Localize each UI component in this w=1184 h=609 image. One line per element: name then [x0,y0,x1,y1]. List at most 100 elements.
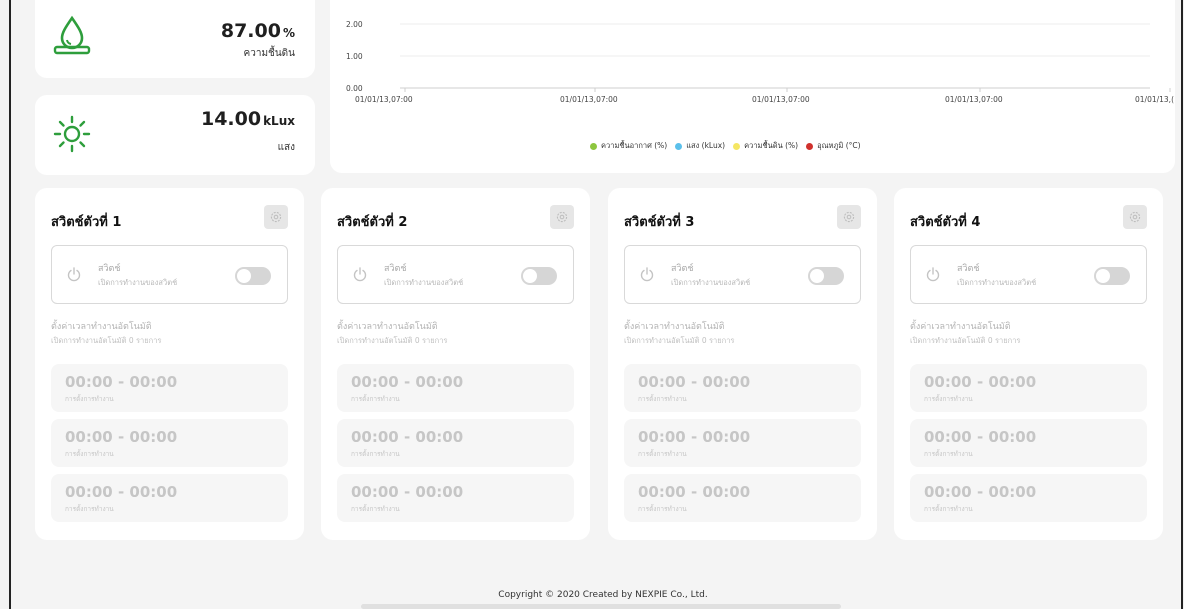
light-value: 14.00 kLux [200,108,295,130]
switch-card: สวิตช์ตัวที่ 3 สวิตช์ เปิดการทำงานของสวิ… [608,188,877,540]
schedule-slot[interactable]: 00:00 - 00:00 การตั้งการทำงาน [910,474,1147,522]
y-tick-label: 1.00 [346,52,363,61]
x-tick-label: 01/01/13,07:00 [355,95,413,104]
settings-icon [843,208,855,227]
legend-item[interactable]: อุณหภูมิ (°C) [806,140,861,152]
schedule-label: การตั้งการทำงาน [65,505,114,513]
legend-item[interactable]: ความชื้นดิน (%) [733,140,798,152]
legend-label: แสง (kLux) [686,141,726,150]
switch-settings-button[interactable] [837,205,861,229]
schedule-label: การตั้งการทำงาน [638,450,687,458]
switch-card: สวิตช์ตัวที่ 1 สวิตช์ เปิดการทำงานของสวิ… [35,188,304,540]
schedule-slot[interactable]: 00:00 - 00:00 การตั้งการทำงาน [337,364,574,412]
toggle-knob [237,269,251,283]
switch-title: สวิตช์ตัวที่ 3 [624,215,695,230]
sun-icon [51,113,93,159]
soil-humidity-card: 87.00% ความชื้นดิน [35,0,315,78]
schedule-slot[interactable]: 00:00 - 00:00 การตั้งการทำงาน [51,364,288,412]
sensor-chart-card: 2.00 1.00 0.00 01/01/13,07:00 01/01/13,07:00… [330,0,1175,173]
schedule-slot[interactable]: 00:00 - 00:00 การตั้งการทำงาน [337,419,574,467]
schedule-time: 00:00 - 00:00 [65,483,178,501]
schedule-time: 00:00 - 00:00 [351,373,464,391]
sensor-chart: 2.00 1.00 0.00 01/01/13,07:00 01/01/13,07:00… [346,20,1174,104]
footer-copyright: Copyright © 2020 Created by NEXPIE Co., … [498,590,708,600]
schedule-label: การตั้งการทำงาน [924,505,973,513]
schedule-title: ตั้งค่าเวลาทำงานอัตโนมัติ [910,322,1011,332]
light-label: แสง [277,142,295,153]
switch-toggle[interactable] [1094,267,1130,285]
toggle-subtitle: เปิดการทำงานของสวิตช์ [671,278,751,287]
switch-title: สวิตช์ตัวที่ 1 [51,215,122,230]
toggle-knob [523,269,537,283]
toggle-subtitle: เปิดการทำงานของสวิตช์ [957,278,1037,287]
chart-legend: ความชื้นอากาศ (%) แสง (kLux) ความชื้นดิน (… [590,140,861,152]
legend-item[interactable]: ความชื้นอากาศ (%) [590,140,667,152]
schedule-subtitle: เปิดการทำงานอัตโนมัติ 0 รายการ [910,336,1021,345]
toggle-subtitle: เปิดการทำงานของสวิตช์ [384,278,464,287]
switch-toggle[interactable] [521,267,557,285]
switch-toggle-panel: สวิตช์ เปิดการทำงานของสวิตช์ [51,245,288,304]
legend-dot [733,142,741,150]
switch-toggle-panel: สวิตช์ เปิดการทำงานของสวิตช์ [624,245,861,304]
toggle-title: สวิตช์ [384,264,407,274]
schedule-subtitle: เปิดการทำงานอัตโนมัติ 0 รายการ [624,336,735,345]
schedule-label: การตั้งการทำงาน [351,505,400,513]
legend-label: อุณหภูมิ (°C) [817,141,861,150]
y-tick-label: 0.00 [346,84,363,93]
switch-settings-button[interactable] [1123,205,1147,229]
schedule-slot[interactable]: 00:00 - 00:00 การตั้งการทำงาน [910,364,1147,412]
x-tick-label: 01/01/13,07:00 [752,95,810,104]
schedule-time: 00:00 - 00:00 [924,373,1037,391]
light-card: 14.00 kLux แสง [35,95,315,175]
toggle-title: สวิตช์ [98,264,121,274]
legend-label: ความชื้นอากาศ (%) [601,141,668,150]
schedule-label: การตั้งการทำงาน [638,505,687,513]
settings-icon [270,208,282,227]
switch-card: สวิตช์ตัวที่ 4 สวิตช์ เปิดการทำงานของสวิ… [894,188,1163,540]
legend-dot [806,142,814,150]
power-icon [639,266,655,286]
switch-toggle[interactable] [808,267,844,285]
schedule-time: 00:00 - 00:00 [638,428,751,446]
schedule-slot[interactable]: 00:00 - 00:00 การตั้งการทำงาน [624,364,861,412]
water-drop-icon [51,14,93,60]
switch-settings-button[interactable] [550,205,574,229]
toggle-knob [810,269,824,283]
schedule-slot[interactable]: 00:00 - 00:00 การตั้งการทำงาน [337,474,574,522]
x-tick-label: 01/01/13,( [1135,95,1174,104]
schedule-slot[interactable]: 00:00 - 00:00 การตั้งการทำงาน [910,419,1147,467]
schedule-time: 00:00 - 00:00 [638,373,751,391]
schedule-subtitle: เปิดการทำงานอัตโนมัติ 0 รายการ [51,336,162,345]
footer-scrollbar[interactable] [361,604,841,609]
legend-item[interactable]: แสง (kLux) [675,140,725,152]
schedule-time: 00:00 - 00:00 [65,428,178,446]
power-icon [66,266,82,286]
schedule-slot[interactable]: 00:00 - 00:00 การตั้งการทำงาน [51,474,288,522]
schedule-slot[interactable]: 00:00 - 00:00 การตั้งการทำงาน [624,474,861,522]
switch-title: สวิตช์ตัวที่ 2 [337,215,408,230]
switch-toggle-panel: สวิตช์ เปิดการทำงานของสวิตช์ [910,245,1147,304]
schedule-label: การตั้งการทำงาน [924,395,973,403]
switch-settings-button[interactable] [264,205,288,229]
switch-title: สวิตช์ตัวที่ 4 [910,215,981,230]
schedule-title: ตั้งค่าเวลาทำงานอัตโนมัติ [337,322,438,332]
soil-humidity-value: 87.00% [220,20,295,42]
schedule-label: การตั้งการทำงาน [65,395,114,403]
schedule-time: 00:00 - 00:00 [351,428,464,446]
schedule-label: การตั้งการทำงาน [924,450,973,458]
schedule-subtitle: เปิดการทำงานอัตโนมัติ 0 รายการ [337,336,448,345]
soil-humidity-label: ความชื้นดิน [243,48,295,59]
x-tick-label: 01/01/13,07:00 [945,95,1003,104]
switch-toggle[interactable] [235,267,271,285]
y-tick-label: 2.00 [346,20,363,29]
schedule-time: 00:00 - 00:00 [924,483,1037,501]
schedule-label: การตั้งการทำงาน [65,450,114,458]
schedule-slot[interactable]: 00:00 - 00:00 การตั้งการทำงาน [624,419,861,467]
settings-icon [1129,208,1141,227]
schedule-slot[interactable]: 00:00 - 00:00 การตั้งการทำงาน [51,419,288,467]
schedule-label: การตั้งการทำงาน [351,450,400,458]
schedule-title: ตั้งค่าเวลาทำงานอัตโนมัติ [51,322,152,332]
switch-toggle-panel: สวิตช์ เปิดการทำงานของสวิตช์ [337,245,574,304]
toggle-title: สวิตช์ [671,264,694,274]
toggle-subtitle: เปิดการทำงานของสวิตช์ [98,278,178,287]
